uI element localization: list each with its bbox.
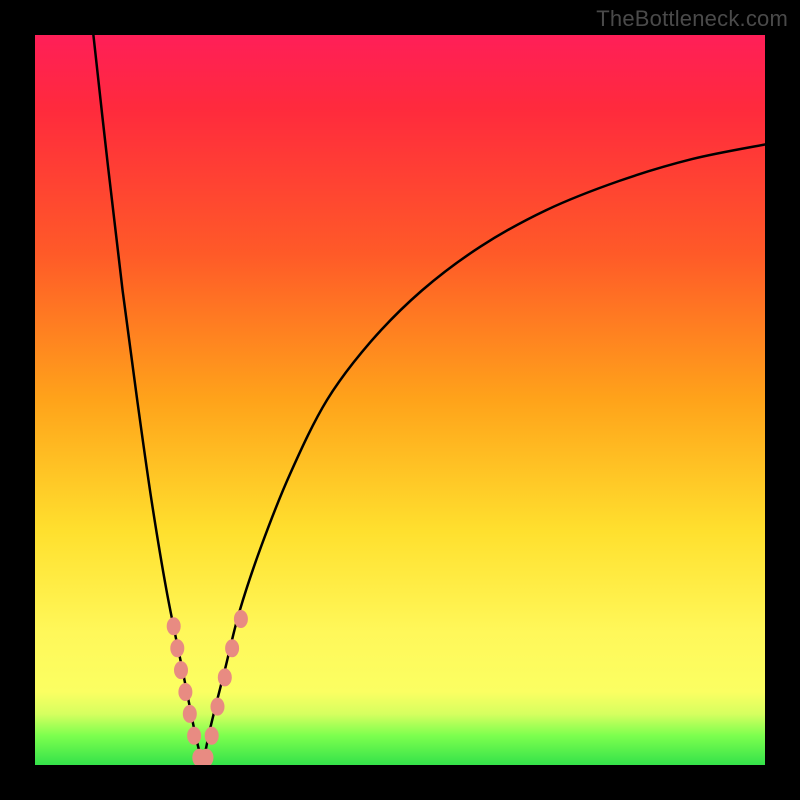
data-marker bbox=[178, 683, 192, 701]
data-marker bbox=[187, 727, 201, 745]
attribution-text: TheBottleneck.com bbox=[596, 6, 788, 32]
data-marker bbox=[205, 727, 219, 745]
left-curve bbox=[93, 35, 202, 765]
right-curve bbox=[203, 145, 765, 766]
data-marker bbox=[225, 639, 239, 657]
marker-group bbox=[167, 610, 248, 765]
data-marker bbox=[170, 639, 184, 657]
data-marker bbox=[183, 705, 197, 723]
data-marker bbox=[218, 668, 232, 686]
data-marker bbox=[234, 610, 248, 628]
data-marker bbox=[211, 698, 225, 716]
chart-svg bbox=[35, 35, 765, 765]
data-marker bbox=[167, 617, 181, 635]
outer-frame: TheBottleneck.com bbox=[0, 0, 800, 800]
data-marker bbox=[174, 661, 188, 679]
plot-area bbox=[35, 35, 765, 765]
